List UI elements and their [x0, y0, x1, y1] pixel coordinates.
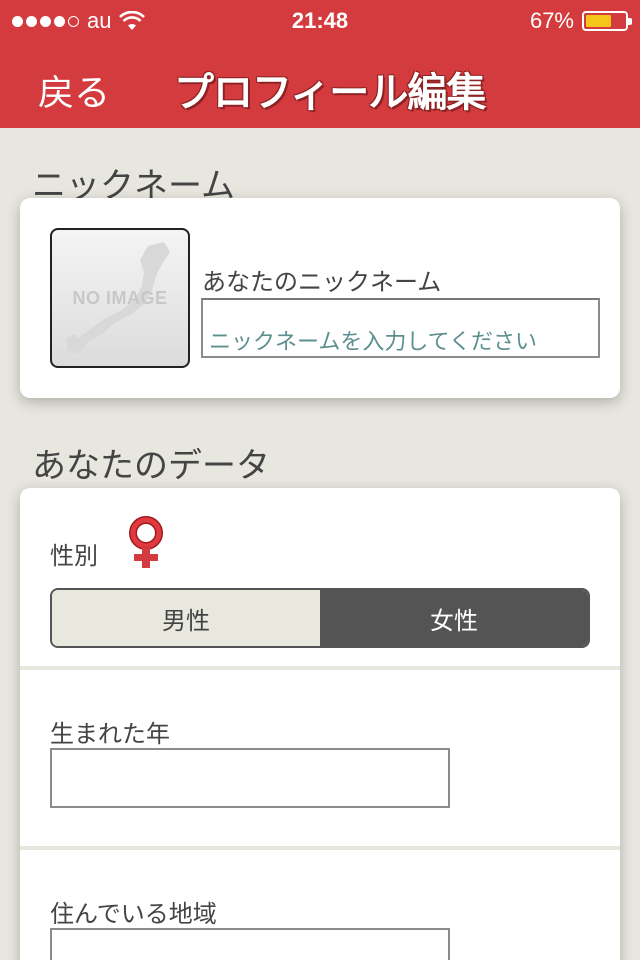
- avatar[interactable]: NO IMAGE: [50, 228, 190, 368]
- gender-option-female[interactable]: 女性: [320, 590, 588, 646]
- back-button[interactable]: 戻る: [38, 64, 110, 116]
- battery-percent: 67%: [529, 8, 574, 33]
- female-symbol-icon: [129, 516, 163, 568]
- birth-year-label: 生まれた年: [50, 720, 170, 748]
- birth-year-input[interactable]: [50, 748, 450, 808]
- nickname-card: NO IMAGE あなたのニックネーム: [20, 198, 620, 398]
- page-title: プロフィール編集: [174, 70, 486, 116]
- gender-label: 性別: [50, 542, 98, 570]
- nickname-input[interactable]: [201, 298, 600, 358]
- gender-selector: 男性 女性: [50, 588, 590, 648]
- status-right: 67%: [529, 8, 632, 34]
- divider: [20, 846, 620, 850]
- status-bar: au 21:48 67%: [0, 0, 640, 40]
- gender-option-male[interactable]: 男性: [52, 590, 320, 646]
- data-section-title: あなたのデータ: [32, 446, 270, 486]
- nickname-label: あなたのニックネーム: [202, 268, 442, 296]
- battery-icon: [582, 11, 632, 31]
- no-image-label: NO IMAGE: [72, 288, 168, 308]
- divider: [20, 666, 620, 670]
- navigation-bar: 戻る プロフィール編集: [0, 40, 640, 128]
- battery-level: [586, 15, 611, 27]
- data-card: 性別 男性 女性 生まれた年 住んでいる地域: [20, 488, 620, 960]
- region-label: 住んでいる地域: [50, 900, 217, 928]
- region-input[interactable]: [50, 928, 450, 960]
